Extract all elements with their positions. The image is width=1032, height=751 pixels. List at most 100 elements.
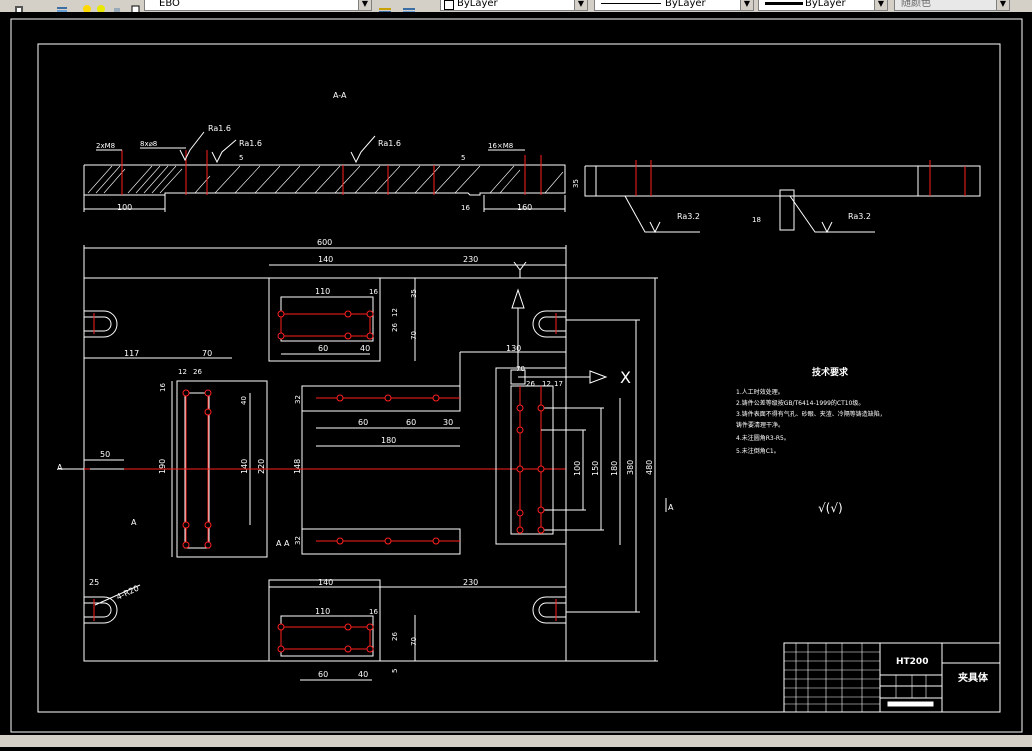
- chevron-down-icon[interactable]: ▼: [574, 0, 587, 10]
- linetype-combo[interactable]: ByLayer ▼: [594, 0, 754, 11]
- dim-16xm8: 16×M8: [488, 142, 513, 150]
- dim-60c: 60: [406, 418, 416, 427]
- dim-5c: 5: [391, 669, 399, 673]
- drawing-canvas[interactable]: A-A 100 160 2xM8 8x⌀8 16×M8 Ra1.6 Ra1.6: [0, 12, 1032, 747]
- sun-icon[interactable]: [96, 0, 106, 12]
- color-swatch: [444, 0, 454, 10]
- roughness-1: Ra1.6: [208, 124, 231, 133]
- dim-26a: 26: [391, 323, 399, 332]
- dim-220: 220: [257, 459, 266, 474]
- section-label: A-A: [333, 91, 347, 100]
- dim-380: 380: [626, 460, 635, 475]
- dim-35: 35: [572, 179, 580, 188]
- lock-icon[interactable]: [112, 0, 122, 12]
- tech-item-4: 4.未注圆角R3-R5。: [736, 434, 790, 442]
- dim-130: 130: [506, 344, 521, 353]
- axis-x-label: X: [620, 368, 631, 387]
- dim-40a: 40: [360, 344, 370, 353]
- plan-view: 600 230 480 380 140 110 16 60 40 35 12 2…: [57, 238, 674, 681]
- lineweight-preview: [765, 2, 803, 5]
- make-current-icon[interactable]: [378, 0, 391, 12]
- dim-8x8: 8x⌀8: [140, 140, 157, 148]
- dim-110a: 110: [315, 287, 330, 296]
- dim-5a: 5: [239, 154, 243, 162]
- dim-50: 50: [100, 450, 110, 459]
- side-view: 35 Ra3.2 Ra3.2 18: [572, 160, 981, 234]
- plotstyle-value: 随颜色: [901, 0, 931, 9]
- section-marker-a2: A: [668, 503, 674, 512]
- dim-12a: 12: [391, 308, 399, 317]
- dim-160: 160: [517, 203, 532, 212]
- dim-26d: 26: [391, 632, 399, 641]
- linetype-preview: [601, 3, 661, 4]
- color-value: ByLayer: [457, 0, 498, 9]
- tech-item-2: 2.铸件公差等级按GB/T6414-1999的CT10级。: [736, 399, 864, 407]
- section-marker-a1: A: [57, 463, 63, 472]
- layer-name: EBO: [159, 0, 180, 9]
- dim-16b: 16: [159, 383, 167, 392]
- dim-600: 600: [317, 238, 332, 247]
- chevron-down-icon[interactable]: ▼: [996, 0, 1009, 10]
- dim-140c: 140: [318, 578, 333, 587]
- outer-frame: [10, 18, 1023, 733]
- chevron-down-icon[interactable]: ▼: [740, 0, 753, 10]
- dim-180b: 180: [610, 461, 619, 476]
- dim-32b: 32: [294, 536, 302, 545]
- dim-100: 100: [117, 203, 132, 212]
- dim-148: 148: [293, 459, 302, 474]
- layer-combo[interactable]: EBO ▼: [144, 0, 372, 11]
- dim-140b: 140: [240, 459, 249, 474]
- layer-manager-icon[interactable]: [56, 0, 67, 12]
- chevron-down-icon[interactable]: ▼: [874, 0, 887, 10]
- dim-17: 17: [554, 380, 563, 388]
- dim-40c: 40: [358, 670, 368, 679]
- dim-18: 18: [752, 216, 761, 224]
- bulb-icon[interactable]: [82, 0, 92, 12]
- tech-item-1: 1.人工时效处理。: [736, 388, 784, 396]
- color-combo[interactable]: ByLayer ▼: [440, 0, 588, 11]
- dim-r4: 4-R20: [115, 584, 140, 602]
- dim-180: 180: [381, 436, 396, 445]
- dim-190: 190: [158, 459, 167, 474]
- dim-5b: 5: [461, 154, 465, 162]
- dim-26b: 26: [193, 368, 202, 376]
- dim-70c: 70: [516, 365, 525, 373]
- inner-frame: [37, 43, 1001, 713]
- title-part-name: 夹具体: [958, 671, 989, 684]
- title-material: HT200: [896, 657, 928, 667]
- section-marker-a4: A: [276, 539, 282, 548]
- dim-12c: 12: [542, 380, 551, 388]
- dim-70d: 70: [410, 637, 418, 646]
- drawing-svg: A-A 100 160 2xM8 8x⌀8 16×M8 Ra1.6 Ra1.6: [10, 18, 1023, 733]
- section-marker-a3: A: [131, 518, 137, 527]
- roughness-2: Ra1.6: [239, 139, 262, 148]
- dim-40b: 40: [240, 396, 248, 405]
- tech-requirements: 技术要求 1.人工时效处理。 2.铸件公差等级按GB/T6414-1999的CT…: [736, 366, 886, 515]
- dim-32: 32: [294, 395, 302, 404]
- dim-35b: 35: [410, 289, 418, 298]
- title-block: HT200 夹具体: [783, 642, 1001, 713]
- dim-60a: 60: [318, 344, 328, 353]
- dim-16: 16: [461, 204, 470, 212]
- dim-26c: 26: [526, 380, 535, 388]
- dim-25: 25: [89, 578, 99, 587]
- dim-110b: 110: [315, 607, 330, 616]
- dim-70b: 70: [202, 349, 212, 358]
- lineweight-combo[interactable]: ByLayer ▼: [758, 0, 888, 11]
- dim-30: 30: [443, 418, 453, 427]
- roughness-3: Ra1.6: [378, 139, 401, 148]
- layer-previous-icon[interactable]: [402, 0, 415, 12]
- tech-title: 技术要求: [812, 366, 849, 378]
- dim-140a: 140: [318, 255, 333, 264]
- plotstyle-combo[interactable]: 随颜色 ▼: [894, 0, 1010, 11]
- lineweight-value: ByLayer: [805, 0, 846, 9]
- section-view: A-A 100 160 2xM8 8x⌀8 16×M8 Ra1.6 Ra1.6: [83, 91, 566, 212]
- layer-state-icon[interactable]: [14, 0, 24, 12]
- color-square-icon[interactable]: [130, 0, 140, 12]
- dim-100b: 100: [573, 461, 582, 476]
- chevron-down-icon[interactable]: ▼: [358, 0, 371, 10]
- roughness-other: √(√): [818, 501, 843, 515]
- section-marker-a5: A: [284, 539, 290, 548]
- dim-60b: 60: [358, 418, 368, 427]
- roughness-5: Ra3.2: [848, 212, 871, 221]
